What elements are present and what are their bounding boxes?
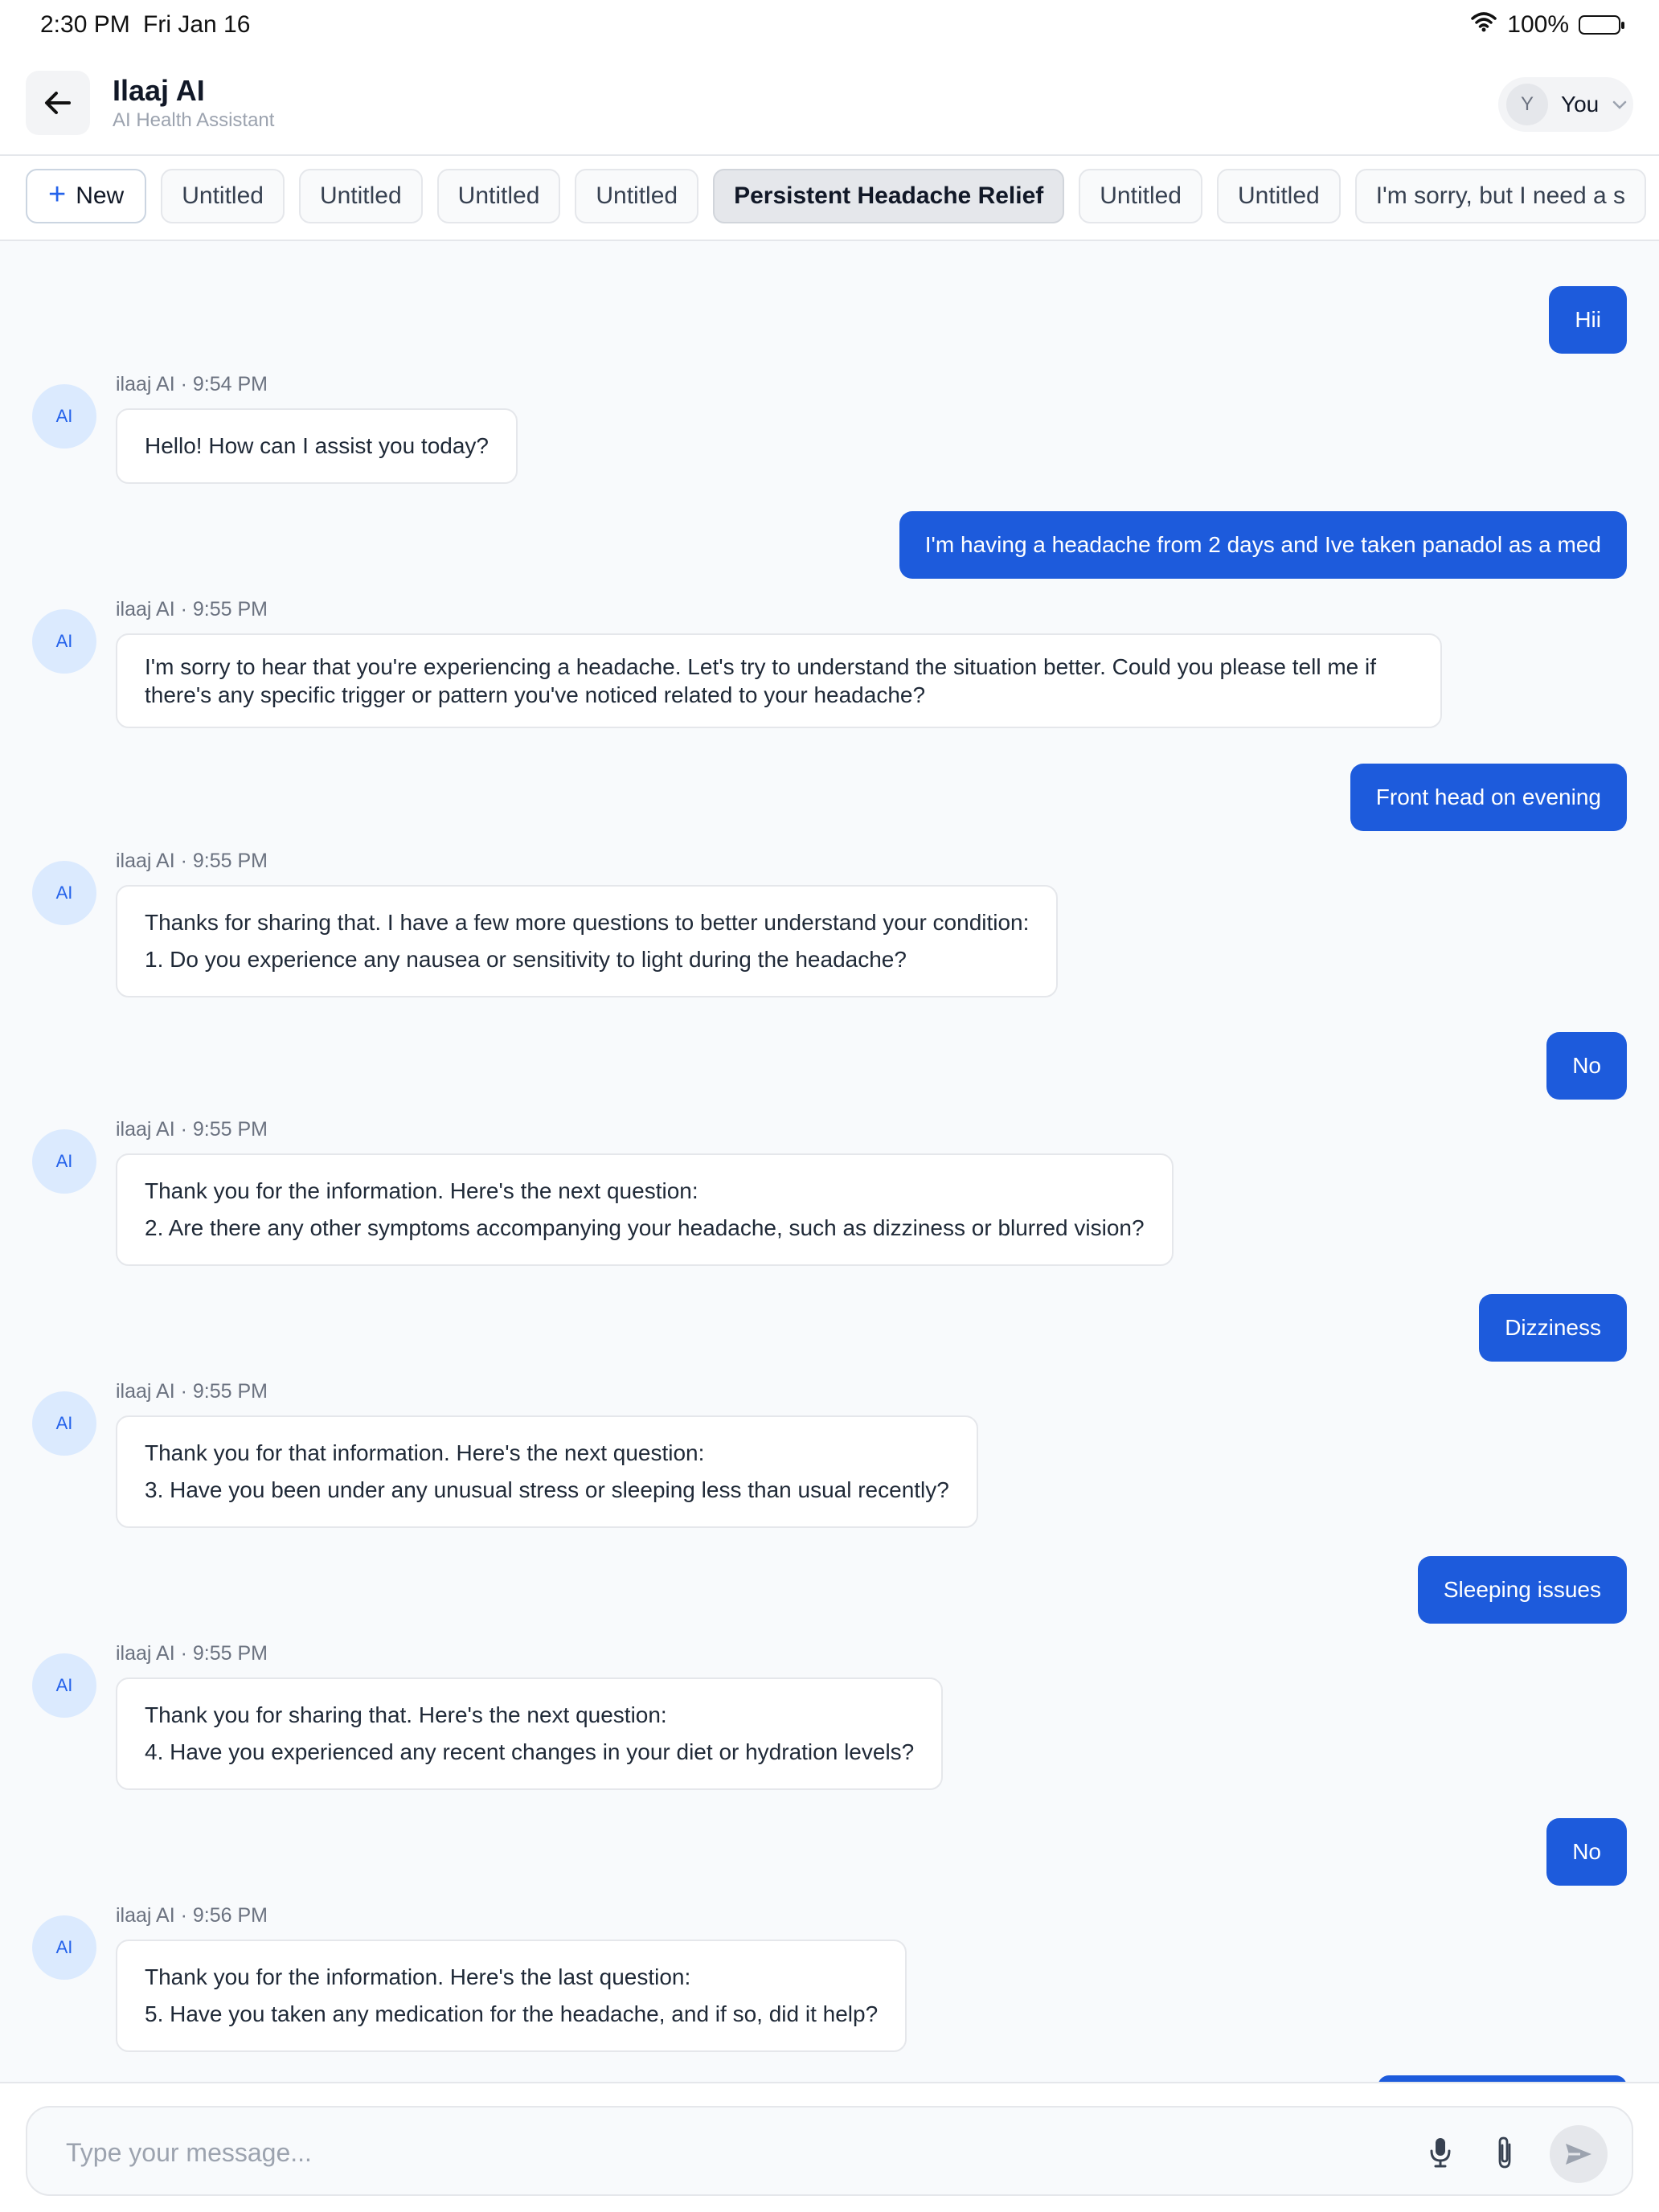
- message-composer: [0, 2082, 1659, 2212]
- new-chat-label: New: [76, 182, 125, 209]
- app-title: Ilaaj AI: [113, 74, 205, 107]
- user-message: Hii: [1549, 286, 1627, 354]
- wifi-icon: [1470, 11, 1497, 39]
- tab-untitled-3[interactable]: Untitled: [436, 169, 561, 223]
- status-indicators: 100%: [1470, 11, 1624, 39]
- ai-message-bubble: Hello! How can I assist you today?: [116, 408, 518, 484]
- user-menu-button[interactable]: Y You: [1498, 77, 1633, 132]
- ai-avatar: AI: [32, 1391, 96, 1456]
- user-message: Dizziness: [1479, 1294, 1627, 1362]
- send-button[interactable]: [1550, 2125, 1608, 2183]
- message-line: Thank you for sharing that. Here's the n…: [145, 1702, 667, 1727]
- tab-untitled-2[interactable]: Untitled: [298, 169, 423, 223]
- user-name: You: [1561, 92, 1600, 117]
- user-message-bubble: Front head on evening: [1350, 764, 1627, 831]
- send-icon: [1566, 2144, 1591, 2165]
- back-arrow-icon: [45, 92, 71, 114]
- microphone-icon: [1430, 2138, 1451, 2168]
- ai-message-bubble: Thank you for the information. Here's th…: [116, 1153, 1174, 1266]
- message-line: I'm sorry to hear that you're experienci…: [145, 654, 1377, 707]
- message-line: 2. Are there any other symptoms accompan…: [145, 1215, 1145, 1240]
- message-line: 5. Have you taken any medication for the…: [145, 2001, 879, 2026]
- ai-avatar: AI: [32, 1915, 96, 1980]
- status-date: Fri Jan 16: [143, 11, 251, 38]
- ai-avatar: AI: [32, 1653, 96, 1718]
- user-message-bubble: No: [1546, 1032, 1627, 1100]
- message-line: Thank you for the information. Here's th…: [145, 1178, 698, 1203]
- status-time: 2:30 PM: [40, 11, 130, 38]
- message-input-box: [26, 2106, 1633, 2196]
- ai-message-meta: ilaaj AI · 9:54 PM: [116, 373, 268, 395]
- message-line: Hello! How can I assist you today?: [145, 433, 489, 458]
- message-line: 4. Have you experienced any recent chang…: [145, 1739, 915, 1764]
- message-input[interactable]: [66, 2130, 1352, 2175]
- ai-message-meta: ilaaj AI · 9:55 PM: [116, 850, 268, 872]
- user-message: No: [1546, 1032, 1627, 1100]
- message-line: Thank you for that information. Here's t…: [145, 1440, 705, 1465]
- ai-message-meta: ilaaj AI · 9:56 PM: [116, 1904, 268, 1927]
- back-button[interactable]: [26, 71, 90, 135]
- app-header: Ilaaj AI AI Health Assistant Y You: [0, 50, 1659, 156]
- chevron-down-icon: [1613, 100, 1627, 109]
- voice-input-button[interactable]: [1418, 2130, 1463, 2175]
- ai-avatar: AI: [32, 861, 96, 925]
- tab-untitled-1[interactable]: Untitled: [161, 169, 285, 223]
- user-message: Front head on evening: [1350, 764, 1627, 831]
- user-message-bubble: I'm having a headache from 2 days and Iv…: [899, 511, 1627, 579]
- paperclip-icon: [1498, 2136, 1511, 2169]
- user-message-bubble: Sleeping issues: [1417, 1556, 1627, 1624]
- ai-avatar: AI: [32, 609, 96, 674]
- app-subtitle: AI Health Assistant: [113, 109, 275, 131]
- ai-message-bubble: Thank you for the information. Here's th…: [116, 1940, 907, 2052]
- chat-screen: 2:30 PM Fri Jan 16 100% Ilaaj AI AI Heal…: [0, 0, 1659, 2212]
- battery-percent: 100%: [1507, 11, 1569, 38]
- ai-message-bubble: Thank you for that information. Here's t…: [116, 1415, 978, 1528]
- ai-message-meta: ilaaj AI · 9:55 PM: [116, 1118, 268, 1141]
- tab-truncated-chat[interactable]: I'm sorry, but I need a s: [1354, 169, 1647, 223]
- tab-untitled-5[interactable]: Untitled: [1079, 169, 1202, 223]
- message-line: 1. Do you experience any nausea or sensi…: [145, 947, 907, 972]
- battery-icon: [1579, 15, 1624, 35]
- user-message: Sleeping issues: [1417, 1556, 1627, 1624]
- ai-avatar: AI: [32, 1129, 96, 1194]
- user-message: No: [1546, 1818, 1627, 1886]
- ai-message-meta: ilaaj AI · 9:55 PM: [116, 598, 268, 621]
- conversation-tabs: + New Untitled Untitled Untitled Untitle…: [0, 156, 1659, 241]
- status-bar: 2:30 PM Fri Jan 16 100%: [0, 0, 1659, 50]
- attach-file-button[interactable]: [1482, 2130, 1527, 2175]
- plus-icon: +: [48, 178, 67, 211]
- ai-avatar: AI: [32, 384, 96, 449]
- user-message-bubble: No: [1546, 1818, 1627, 1886]
- user-message: I'm having a headache from 2 days and Iv…: [899, 511, 1627, 579]
- user-avatar: Y: [1506, 84, 1548, 125]
- ai-message-meta: ilaaj AI · 9:55 PM: [116, 1642, 268, 1665]
- message-list[interactable]: Hii AI ilaaj AI · 9:54 PM Hello! How can…: [0, 241, 1659, 2082]
- tab-untitled-4[interactable]: Untitled: [575, 169, 699, 223]
- tab-untitled-6[interactable]: Untitled: [1216, 169, 1341, 223]
- ai-message-bubble: Thank you for sharing that. Here's the n…: [116, 1677, 944, 1790]
- ai-message-bubble: Thanks for sharing that. I have a few mo…: [116, 885, 1059, 997]
- tab-persistent-headache-relief[interactable]: Persistent Headache Relief: [713, 169, 1065, 223]
- message-line: 3. Have you been under any unusual stres…: [145, 1477, 949, 1502]
- user-message-bubble: Dizziness: [1479, 1294, 1627, 1362]
- user-message-bubble: Hii: [1549, 286, 1627, 354]
- ai-message-meta: ilaaj AI · 9:55 PM: [116, 1380, 268, 1403]
- message-line: Thank you for the information. Here's th…: [145, 1964, 691, 1989]
- ai-message-bubble: I'm sorry to hear that you're experienci…: [116, 633, 1442, 728]
- message-line: Thanks for sharing that. I have a few mo…: [145, 910, 1030, 935]
- new-chat-button[interactable]: + New: [26, 169, 147, 223]
